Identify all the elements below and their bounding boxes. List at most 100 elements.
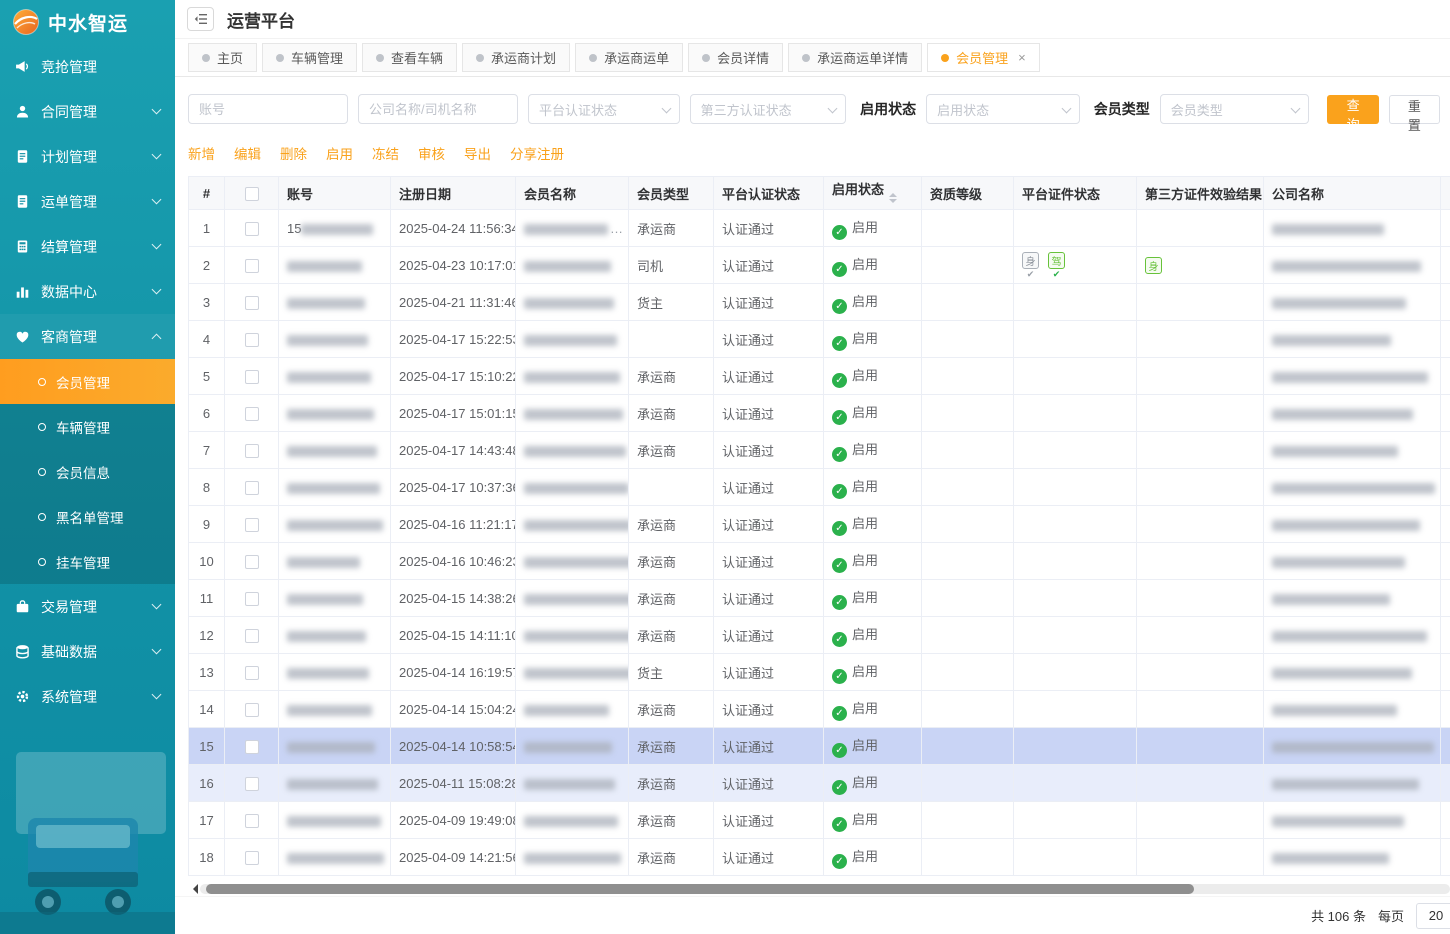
third-party-auth-select[interactable]: 第三方认证状态 bbox=[690, 94, 847, 124]
audit-action-link[interactable]: 审核 bbox=[418, 143, 445, 163]
row-checkbox[interactable] bbox=[245, 481, 259, 495]
table-row[interactable]: 152025-04-14 10:58:54承运商认证通过✓启用 bbox=[189, 728, 1450, 765]
row-checkbox[interactable] bbox=[245, 703, 259, 717]
table-row[interactable]: 162025-04-11 15:08:28承运商认证通过✓启用 bbox=[189, 765, 1450, 802]
row-checkbox[interactable] bbox=[245, 370, 259, 384]
table-row[interactable]: 182025-04-09 14:21:56承运商认证通过✓启用 bbox=[189, 839, 1450, 876]
sidebar-item-transaction-management[interactable]: 交易管理 bbox=[0, 584, 175, 629]
table-row[interactable]: 102025-04-16 10:46:23承运商认证通过✓启用 bbox=[189, 543, 1450, 580]
tab-carrier-waybill-details[interactable]: 承运商运单详情 bbox=[788, 43, 922, 72]
edit-action-link[interactable]: 编辑 bbox=[234, 143, 261, 163]
cell-index: 17 bbox=[189, 802, 225, 839]
row-checkbox[interactable] bbox=[245, 222, 259, 236]
tab-view-vehicle[interactable]: 查看车辆 bbox=[362, 43, 457, 72]
table-row[interactable]: 32025-04-21 11:31:46货主认证通过✓启用 bbox=[189, 284, 1450, 321]
sidebar-subitem-trailer-management[interactable]: 挂车管理 bbox=[0, 539, 175, 584]
cell-account bbox=[279, 469, 391, 506]
redacted-text bbox=[287, 631, 366, 642]
tab-carrier-waybill[interactable]: 承运商运单 bbox=[575, 43, 683, 72]
select-all-checkbox[interactable] bbox=[245, 187, 259, 201]
page-size-select[interactable]: 20 bbox=[1416, 903, 1450, 929]
tab-vehicle-management[interactable]: 车辆管理 bbox=[262, 43, 357, 72]
cell-enable-status: ✓启用 bbox=[824, 469, 922, 506]
table-row[interactable]: 112025-04-15 14:38:26承运商认证通过✓启用 bbox=[189, 580, 1450, 617]
sidebar-collapse-button[interactable] bbox=[187, 7, 214, 31]
scroll-left-arrow-icon[interactable] bbox=[188, 884, 198, 894]
row-checkbox[interactable] bbox=[245, 259, 259, 273]
sort-icon[interactable] bbox=[889, 189, 897, 207]
row-checkbox[interactable] bbox=[245, 851, 259, 865]
sidebar-item-data-center[interactable]: 数据中心 bbox=[0, 269, 175, 314]
tab-carrier-plan[interactable]: 承运商计划 bbox=[462, 43, 570, 72]
table-row[interactable]: 92025-04-16 11:21:17承运商认证通过✓启用 bbox=[189, 506, 1450, 543]
sidebar-subitem-member-management[interactable]: 会员管理 bbox=[0, 359, 175, 404]
table-row[interactable]: 42025-04-17 15:22:53认证通过✓启用 bbox=[189, 321, 1450, 358]
sidebar-item-plan-management[interactable]: 计划管理 bbox=[0, 134, 175, 179]
sidebar-item-waybill-management[interactable]: 运单管理 bbox=[0, 179, 175, 224]
delete-action-link[interactable]: 删除 bbox=[280, 143, 307, 163]
chevron-down-icon bbox=[152, 285, 162, 295]
sidebar-item-base-data[interactable]: 基础数据 bbox=[0, 629, 175, 674]
chevron-down-icon bbox=[828, 104, 838, 114]
freeze-action-link[interactable]: 冻结 bbox=[372, 143, 399, 163]
row-checkbox[interactable] bbox=[245, 740, 259, 754]
row-checkbox[interactable] bbox=[245, 666, 259, 680]
sidebar-subitem-member-info[interactable]: 会员信息 bbox=[0, 449, 175, 494]
row-checkbox[interactable] bbox=[245, 629, 259, 643]
tab-member-details[interactable]: 会员详情 bbox=[688, 43, 783, 72]
table-row[interactable]: 82025-04-17 10:37:36认证通过✓启用 bbox=[189, 469, 1450, 506]
add-action-link[interactable]: 新增 bbox=[188, 143, 215, 163]
sidebar-subitem-vehicle-management[interactable]: 车辆管理 bbox=[0, 404, 175, 449]
account-input[interactable] bbox=[188, 94, 348, 124]
cell-qualification bbox=[922, 284, 1014, 321]
table-row[interactable]: 132025-04-14 16:19:57货主认证通过✓启用 bbox=[189, 654, 1450, 691]
sidebar-item-bidding-management[interactable]: 竞抢管理 bbox=[0, 44, 175, 89]
enabled-check-icon: ✓ bbox=[832, 595, 847, 610]
close-icon[interactable]: × bbox=[1018, 51, 1026, 64]
redacted-text bbox=[524, 631, 629, 642]
sidebar-item-system-management[interactable]: 系统管理 bbox=[0, 674, 175, 719]
member-type-select[interactable]: 会员类型 bbox=[1160, 94, 1310, 124]
row-checkbox[interactable] bbox=[245, 814, 259, 828]
row-checkbox[interactable] bbox=[245, 444, 259, 458]
table-row[interactable]: 172025-04-09 19:49:08承运商认证通过✓启用 bbox=[189, 802, 1450, 839]
tab-member-management[interactable]: 会员管理× bbox=[927, 43, 1040, 72]
sidebar-subitem-blacklist-management[interactable]: 黑名单管理 bbox=[0, 494, 175, 539]
sidebar-item-settlement-management[interactable]: 结算管理 bbox=[0, 224, 175, 269]
table-row[interactable]: 142025-04-14 15:04:24承运商认证通过✓启用 bbox=[189, 691, 1450, 728]
scrollbar-thumb[interactable] bbox=[206, 884, 1194, 894]
reset-button[interactable]: 重置 bbox=[1389, 95, 1440, 124]
table-row[interactable]: 122025-04-15 14:11:10承运商认证通过✓启用 bbox=[189, 617, 1450, 654]
cell-third-party-certs bbox=[1137, 210, 1264, 247]
row-checkbox[interactable] bbox=[245, 333, 259, 347]
table-row[interactable]: 62025-04-17 15:01:15承运商认证通过✓启用 bbox=[189, 395, 1450, 432]
scrollbar-track[interactable] bbox=[200, 884, 1450, 894]
row-checkbox[interactable] bbox=[245, 555, 259, 569]
redacted-text bbox=[524, 668, 629, 679]
enable-action-link[interactable]: 启用 bbox=[326, 143, 353, 163]
enable-status-select[interactable]: 启用状态 bbox=[926, 94, 1080, 124]
row-checkbox[interactable] bbox=[245, 407, 259, 421]
company-name-input[interactable] bbox=[358, 94, 518, 124]
row-checkbox[interactable] bbox=[245, 777, 259, 791]
table-row[interactable]: 22025-04-23 10:17:01司机认证通过✓启用身✔驾✔身 bbox=[189, 247, 1450, 284]
row-checkbox[interactable] bbox=[245, 518, 259, 532]
share-register-action-link[interactable]: 分享注册 bbox=[510, 143, 564, 163]
tab-home[interactable]: 主页 bbox=[188, 43, 257, 72]
redacted-text bbox=[1272, 483, 1435, 494]
row-checkbox[interactable] bbox=[245, 296, 259, 310]
table-row[interactable]: 1152025-04-24 11:56:34…承运商认证通过✓启用 bbox=[189, 210, 1450, 247]
export-action-link[interactable]: 导出 bbox=[464, 143, 491, 163]
sidebar-item-contract-management[interactable]: 合同管理 bbox=[0, 89, 175, 134]
tab-dot-icon bbox=[941, 54, 949, 62]
table-row[interactable]: 72025-04-17 14:43:48承运商认证通过✓启用 bbox=[189, 432, 1450, 469]
row-checkbox[interactable] bbox=[245, 592, 259, 606]
cell-enable-status: ✓启用 bbox=[824, 321, 922, 358]
sidebar-item-customer-management[interactable]: 客商管理 bbox=[0, 314, 175, 359]
chevron-down-icon bbox=[1061, 104, 1071, 114]
platform-auth-select[interactable]: 平台认证状态 bbox=[528, 94, 680, 124]
table-row[interactable]: 52025-04-17 15:10:22承运商认证通过✓启用 bbox=[189, 358, 1450, 395]
tab-label: 会员详情 bbox=[717, 48, 769, 67]
search-button[interactable]: 查询 bbox=[1327, 95, 1378, 124]
cell-qualification bbox=[922, 839, 1014, 876]
